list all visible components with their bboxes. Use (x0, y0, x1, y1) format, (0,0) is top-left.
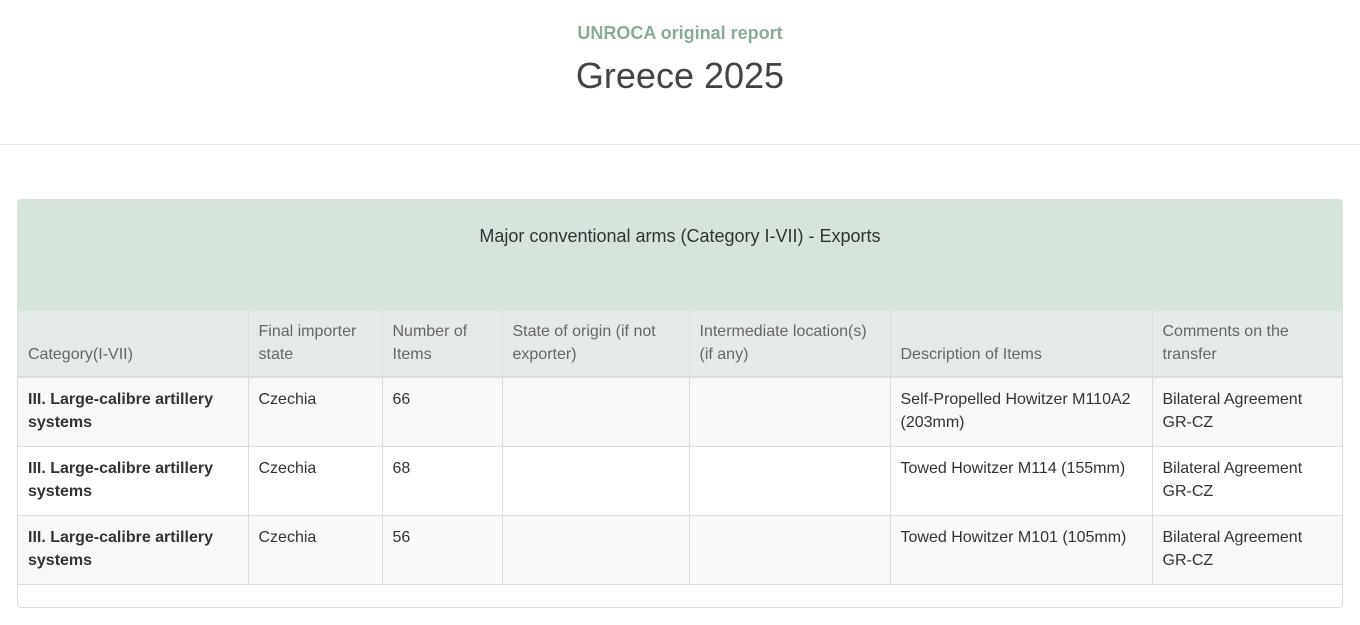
cell-category: III. Large-calibre artillery systems (18, 376, 249, 447)
cell-category: III. Large-calibre artillery systems (18, 445, 249, 516)
column-header-intermediate: Intermediate location(s) (if any) (688, 311, 891, 378)
cell-origin (501, 445, 690, 516)
table-row: III. Large-calibre artillery systems Cze… (18, 514, 1342, 585)
cell-importer: Czechia (247, 514, 383, 585)
cell-description: Self-Propelled Howitzer M110A2 (203mm) (889, 376, 1153, 447)
page-title: Greece 2025 (575, 55, 785, 96)
table-row: III. Large-calibre artillery systems Cze… (18, 445, 1342, 516)
exports-table: Category(I-VII) Final importer state Num… (18, 311, 1342, 585)
cell-intermediate (688, 445, 891, 516)
cell-description: Towed Howitzer M101 (105mm) (889, 514, 1153, 585)
table-row: III. Large-calibre artillery systems Cze… (18, 376, 1342, 447)
column-header-description: Description of Items (889, 311, 1153, 378)
exports-panel: Major conventional arms (Category I-VII)… (17, 199, 1343, 608)
cell-importer: Czechia (247, 445, 383, 516)
report-subtitle: UNROCA original report (577, 23, 783, 43)
cell-intermediate (688, 376, 891, 447)
cell-number: 68 (381, 445, 503, 516)
cell-comments: Bilateral Agreement GR-CZ (1151, 445, 1342, 516)
cell-importer: Czechia (247, 376, 383, 447)
column-header-origin: State of origin (if not exporter) (501, 311, 690, 378)
cell-description: Towed Howitzer M114 (155mm) (889, 445, 1153, 516)
table-header-row: Category(I-VII) Final importer state Num… (18, 311, 1342, 378)
column-header-comments: Comments on the transfer (1151, 311, 1342, 378)
cell-origin (501, 514, 690, 585)
cell-intermediate (688, 514, 891, 585)
panel-heading: Major conventional arms (Category I-VII)… (18, 200, 1342, 311)
cell-number: 66 (381, 376, 503, 447)
column-header-category: Category(I-VII) (18, 311, 249, 378)
page-header: UNROCA original report Greece 2025 (0, 0, 1360, 145)
cell-comments: Bilateral Agreement GR-CZ (1151, 376, 1342, 447)
column-header-importer: Final importer state (247, 311, 383, 378)
cell-comments: Bilateral Agreement GR-CZ (1151, 514, 1342, 585)
column-header-number: Number of Items (381, 311, 503, 378)
cell-category: III. Large-calibre artillery systems (18, 514, 249, 585)
cell-number: 56 (381, 514, 503, 585)
cell-origin (501, 376, 690, 447)
